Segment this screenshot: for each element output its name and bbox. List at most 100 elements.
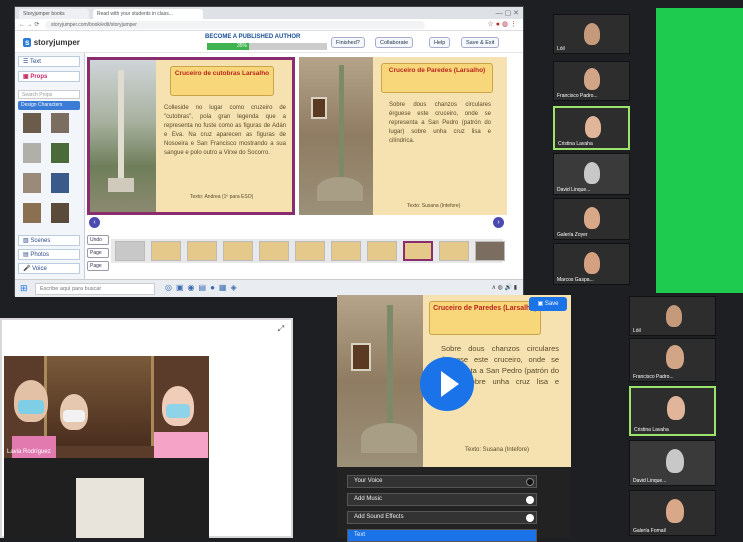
prop-thumbnail[interactable] bbox=[23, 173, 41, 193]
text-category[interactable]: ☰ Text bbox=[18, 56, 80, 67]
face-mask bbox=[166, 404, 190, 418]
extensions-icon[interactable]: ☆ ● ◍ ⋮ bbox=[488, 20, 517, 28]
prop-thumbnail[interactable] bbox=[51, 113, 69, 133]
record-icon[interactable] bbox=[526, 478, 534, 486]
finished-button[interactable]: Finished? bbox=[331, 37, 365, 48]
design-characters-button[interactable]: Design Characters bbox=[18, 101, 80, 110]
browser-window: Storyjumper books Read with your student… bbox=[14, 6, 524, 297]
props-search-input[interactable]: Search Props bbox=[18, 90, 80, 99]
play-button-icon[interactable] bbox=[420, 357, 474, 411]
participant-video-active[interactable]: Cristina Lavaha bbox=[629, 386, 716, 436]
window-shape bbox=[311, 97, 327, 119]
right-page[interactable]: Cruceiro de Paredes (Larsalho) Sobre dou… bbox=[373, 57, 507, 215]
page-thumbnail[interactable] bbox=[439, 241, 469, 261]
participant-video[interactable]: David Linque... bbox=[629, 440, 716, 486]
scenes-label: Scenes bbox=[30, 238, 51, 244]
scenes-category[interactable]: ▧ Scenes bbox=[18, 235, 80, 246]
participant-video[interactable]: Lóil bbox=[629, 296, 716, 336]
prop-thumbnail[interactable] bbox=[51, 203, 69, 223]
photos-category[interactable]: ▤ Photos bbox=[18, 249, 80, 260]
prop-thumbnail[interactable] bbox=[51, 173, 69, 193]
book-spread: Cruceiro de cutobras Larsalho Colleside … bbox=[87, 57, 507, 219]
save-exit-button[interactable]: Save & Exit bbox=[461, 37, 500, 48]
participant-video[interactable]: Galería Zoyer bbox=[553, 198, 630, 240]
page-thumbnail[interactable] bbox=[223, 241, 253, 261]
system-tray-icons[interactable]: ∧ ◍ 🔊 ▮ bbox=[492, 284, 517, 291]
participant-video[interactable]: Francisco Padro... bbox=[629, 338, 716, 382]
participant-name: Francisco Padro... bbox=[633, 374, 674, 380]
participant-face bbox=[584, 68, 600, 90]
participant-video[interactable]: Francisco Padro... bbox=[553, 61, 630, 101]
page-thumbnail[interactable] bbox=[115, 241, 145, 261]
add-page-button[interactable]: Page bbox=[87, 248, 109, 258]
prop-thumbnail[interactable] bbox=[23, 143, 41, 163]
window-controls[interactable]: — ▢ ✕ bbox=[496, 9, 519, 17]
page-thumbnail[interactable] bbox=[331, 241, 361, 261]
voice-label: Voice bbox=[32, 266, 47, 272]
participant-name: Francisco Padro... bbox=[557, 93, 598, 99]
face-mask bbox=[63, 410, 85, 422]
page-thumbnail[interactable] bbox=[151, 241, 181, 261]
undo-button[interactable]: Undo bbox=[87, 235, 109, 245]
windows-start-icon[interactable]: ⊞ bbox=[20, 283, 28, 294]
participant-video[interactable]: Galería Fomail bbox=[629, 490, 716, 536]
browser-tab[interactable]: Storyjumper books bbox=[19, 9, 89, 19]
window-shape bbox=[351, 343, 371, 371]
participant-face bbox=[584, 252, 600, 274]
storyjumper-logo[interactable]: s storyjumper bbox=[23, 38, 80, 47]
help-button[interactable]: Help bbox=[429, 37, 451, 48]
expand-icon[interactable]: ⤢ bbox=[275, 324, 287, 336]
row-label: Add Sound Effects bbox=[354, 514, 404, 520]
photos-label: Photos bbox=[30, 252, 50, 258]
prop-thumbnail[interactable] bbox=[23, 113, 41, 133]
page-thumbnail[interactable] bbox=[367, 241, 397, 261]
cross-photo bbox=[90, 60, 156, 212]
participant-video-active[interactable]: Cristina Lavaha bbox=[553, 106, 630, 150]
participant-face bbox=[666, 449, 684, 473]
page-thumbnail-selected[interactable] bbox=[403, 241, 433, 261]
save-button[interactable]: ▣ Save bbox=[529, 297, 567, 311]
left-page[interactable]: Cruceiro de cutobras Larsalho Colleside … bbox=[87, 57, 295, 215]
participant-face bbox=[584, 162, 600, 184]
page-thumbnail[interactable] bbox=[259, 241, 289, 261]
browser-tab[interactable]: Read with your students in class... bbox=[93, 9, 203, 19]
your-voice-row[interactable]: Your Voice bbox=[347, 475, 537, 488]
taskbar-app-icons[interactable]: ◎▣◉▤●▦◈ bbox=[165, 283, 241, 292]
prev-page-arrow-icon[interactable]: ‹ bbox=[89, 217, 100, 228]
left-body-text: Colleside no lugar como cruzeiro de "cut… bbox=[164, 105, 286, 156]
webcam-video[interactable] bbox=[4, 458, 209, 538]
text-icon: ☰ bbox=[23, 59, 30, 65]
classroom-video[interactable]: Lavia Rodríguez bbox=[4, 356, 209, 458]
text-row[interactable]: Text bbox=[347, 529, 537, 542]
add-icon[interactable] bbox=[526, 496, 534, 504]
remove-page-button[interactable]: Page bbox=[87, 261, 109, 271]
prop-thumbnail[interactable] bbox=[51, 143, 69, 163]
back-forward-icon[interactable]: ← → ⟳ bbox=[19, 21, 39, 28]
participant-name: Galería Fomail bbox=[633, 528, 666, 534]
add-sound-effects-row[interactable]: Add Sound Effects bbox=[347, 511, 537, 524]
participant-video[interactable]: Lóil bbox=[553, 14, 630, 54]
zoomed-webcam-overlay: ⤢ Lavia Rodríguez bbox=[0, 318, 293, 538]
add-icon[interactable] bbox=[526, 514, 534, 522]
voice-category[interactable]: 🎤 Voice bbox=[18, 263, 80, 274]
url-field[interactable]: storyjumper.com/book/edit/storyjumper bbox=[45, 21, 425, 29]
participant-video[interactable]: David Linque... bbox=[553, 153, 630, 195]
props-category[interactable]: ▣ Props bbox=[18, 71, 80, 82]
collaborate-button[interactable]: Collaborate bbox=[375, 37, 414, 48]
participant-name: David Linque... bbox=[633, 478, 667, 484]
right-signature: Texto: Susana (Intefore) bbox=[407, 203, 461, 209]
publish-banner[interactable]: BECOME A PUBLISHED AUTHOR bbox=[205, 34, 300, 40]
cross-base bbox=[108, 178, 134, 192]
save-icon: ▣ bbox=[537, 301, 545, 307]
paredes-photo bbox=[299, 57, 373, 215]
cross-shaft bbox=[387, 305, 393, 435]
cross-shaft bbox=[118, 70, 124, 180]
page-thumbnail[interactable] bbox=[475, 241, 505, 261]
page-thumbnail[interactable] bbox=[295, 241, 325, 261]
taskbar-search[interactable]: Escribe aquí para buscar bbox=[35, 283, 155, 295]
next-page-arrow-icon[interactable]: › bbox=[493, 217, 504, 228]
add-music-row[interactable]: Add Music bbox=[347, 493, 537, 506]
participant-video[interactable]: Marcos Gaspa... bbox=[553, 243, 630, 285]
page-thumbnail[interactable] bbox=[187, 241, 217, 261]
prop-thumbnail[interactable] bbox=[23, 203, 41, 223]
